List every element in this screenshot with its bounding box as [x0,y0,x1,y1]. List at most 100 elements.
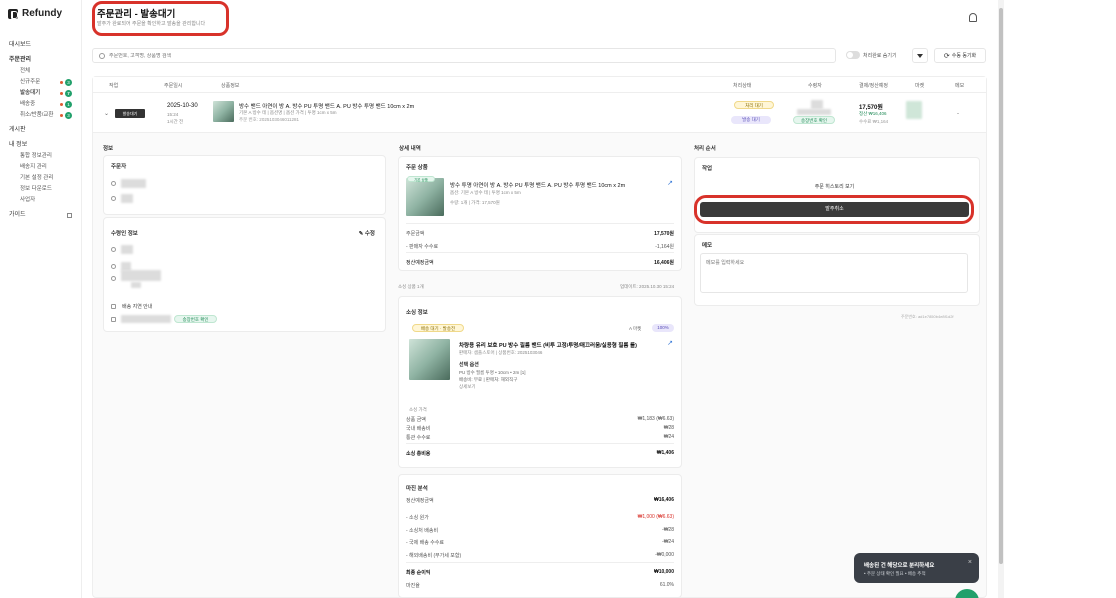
toast-notification[interactable]: 배송된 건 해당으로 분리하세요 • 주문 상태 확인 필요 • 배송 추적 × [854,553,979,583]
col-header: 처리상태 [733,83,752,89]
count-badge: 3 [65,112,72,119]
sidebar-item-orders[interactable]: 주문관리 [0,55,82,66]
profit-cost-row: - 소싱 원가 ₩1,000 (₩6.63) [406,514,674,521]
sidebar-item-label: 통합 정보관리 [20,153,52,159]
source-title: 소싱 정보 [406,310,428,316]
external-link-icon[interactable]: ↗ [667,179,673,187]
profit-title: 마진 분석 [406,486,428,492]
source-ship-row: 국내 배송비 ₩28 [406,425,674,432]
memo-input[interactable] [700,253,968,293]
scrollbar-thumb[interactable] [999,8,1003,564]
detail-title: 상세 내역 [399,146,421,152]
alert-dot [60,103,63,106]
sidebar-item-label: 사업자 [20,197,36,203]
row-label: 정산예정금액 [406,498,434,504]
chevron-down-icon[interactable]: ⌄ [104,110,109,117]
page-header: 주문관리 - 발송대기 발주가 완료되어 주문을 확인하고 발송을 관리합니다 [82,0,988,40]
sidebar-item-settings[interactable]: 기본 설정 관리 [0,173,82,184]
order-item-badge: 기본 상품 [407,176,435,182]
sidebar-item-guide[interactable]: 가이드 [0,210,82,221]
sidebar-item-board[interactable]: 게시판 [0,125,82,136]
note-icon [111,304,116,309]
source-product-name[interactable]: 차량용 유리 보호 PU 방수 필름 밴드 (비투 고정/투명/매끄러움/실용형… [459,341,637,349]
col-header: 수령자 [808,83,822,89]
row-value: ₩24 [663,434,674,440]
profit-net-row: 최종 순이익 ₩10,000 [406,569,674,576]
app-name: Refundy [22,8,62,19]
sidebar-item-new-orders[interactable]: 신규주문 3 [0,77,82,88]
status-button[interactable]: 발송대기 [115,109,145,118]
sidebar-item-label: 배송지 관리 [20,164,47,170]
source-updated: 업데이트: 2025.10.30 15:24 [620,284,675,289]
sidebar-item-label: 가이드 [9,212,26,218]
address-blur [121,270,161,281]
close-icon[interactable]: × [968,559,972,566]
external-link-icon[interactable]: ↗ [667,339,673,347]
sidebar-item-returns[interactable]: 취소/반품/교환 3 [0,110,82,121]
source-count: 소싱 상품 1개 [398,284,424,289]
row-label: 마진율 [406,583,420,589]
sidebar-item-addresses[interactable]: 배송지 관리 [0,162,82,173]
status-badge: 처리 대기 [734,101,774,109]
col-header: 메모 [955,83,965,89]
order-time: 15:24 [167,112,179,117]
sidebar-item-download[interactable]: 정보 다운로드 [0,184,82,195]
sidebar-item-dashboard[interactable]: 대시보드 [0,40,82,51]
search-input[interactable] [109,52,709,59]
sidebar-item-business[interactable]: 사업자 [0,195,82,206]
sidebar-item-label: 대시보드 [9,42,32,48]
source-detail-link[interactable]: 상세보기 [459,384,476,390]
col-header: 마켓 [915,83,925,89]
row-label: 소싱 총비용 [406,451,431,457]
box-icon [111,317,116,322]
edit-button[interactable]: ✎ 수정 [359,229,375,237]
hide-completed-toggle[interactable]: 처리완료 숨기기 [846,51,897,59]
profit-cost-row: - 해외배송비 (부가세 포함) -₩0,000 [406,552,674,559]
row-value: -₩24 [662,539,674,545]
order-item-title: 주문 상품 [406,165,428,171]
product-thumbnail [213,101,234,122]
sidebar-item-label: 발송대기 [20,90,41,96]
filter-button[interactable] [912,48,928,63]
sidebar-item-my-info[interactable]: 내 정보 [0,140,82,151]
receiver-blur [797,109,831,115]
settle-row: 정산예정금액 16,406원 [406,259,674,266]
product-name[interactable]: 방수 밴드 아연이 방 A. 방수 PU 투명 밴드 A. PU 방수 투명 밴… [239,102,414,110]
sidebar-item-shipping[interactable]: 배송중 1 [0,99,82,110]
row-label: 상품 금액 [406,417,426,423]
app-logo[interactable]: Refundy [8,8,62,19]
orderer-phone-blur [121,194,133,203]
row-label: 국내 배송비 [406,426,431,432]
receiver-name-blur [121,245,133,254]
source-status-badge: 배송 대기 · 발송전 [412,324,464,332]
source-spec-title: 선택 옵션 [459,362,479,368]
source-total-row: 소싱 총비용 ₩1,406 [406,450,674,457]
count-badge: 7 [65,90,72,97]
order-id: 주문번호: ad1e7850b4e8f1d2f [901,314,954,319]
sidebar-item-all[interactable]: 전체 [0,66,82,77]
divider [406,223,674,224]
sidebar-item-pending-shipment[interactable]: 발송대기 7 [0,88,82,99]
sidebar-nav: 대시보드 주문관리 전체 신규주문 3 발송대기 7 배송중 1 취소/반품/교환 3 … [0,36,82,221]
count-badge: 3 [65,79,72,86]
tracking-blur [121,315,171,323]
delivery-note: 배송 지연 안내 [122,304,153,310]
toggle-switch[interactable] [846,51,860,59]
search-icon [99,52,105,59]
sync-button[interactable]: ⟳ 수동 동기화 [934,48,986,63]
toggle-label: 처리완료 숨기기 [863,52,897,59]
cancel-order-button[interactable]: 발주취소 [700,202,969,217]
logo-icon [8,8,18,19]
external-link-icon [67,213,72,218]
order-item-card: 주문 상품 기본 상품 방수 투명 아연이 방 A. 방수 PU 투명 밴드 A… [398,156,682,271]
toast-subtitle: • 주문 상태 확인 필요 • 배송 추적 [864,571,926,576]
sidebar-item-integrations[interactable]: 통합 정보관리 [0,151,82,162]
bell-icon[interactable] [968,13,977,22]
search-bar[interactable] [92,48,836,63]
status-badge: 발송 대기 [731,116,771,124]
order-history-button[interactable]: 주문 히스토리 보기 [699,181,970,193]
table-row[interactable]: ⌄ 발송대기 2025-10-30 15:24 1시간 전 방수 밴드 아연이 … [93,93,986,133]
user-icon [111,247,116,252]
source-thumbnail [409,339,450,380]
profit-settle-row: 정산예정금액 ₩16,406 [406,497,674,504]
